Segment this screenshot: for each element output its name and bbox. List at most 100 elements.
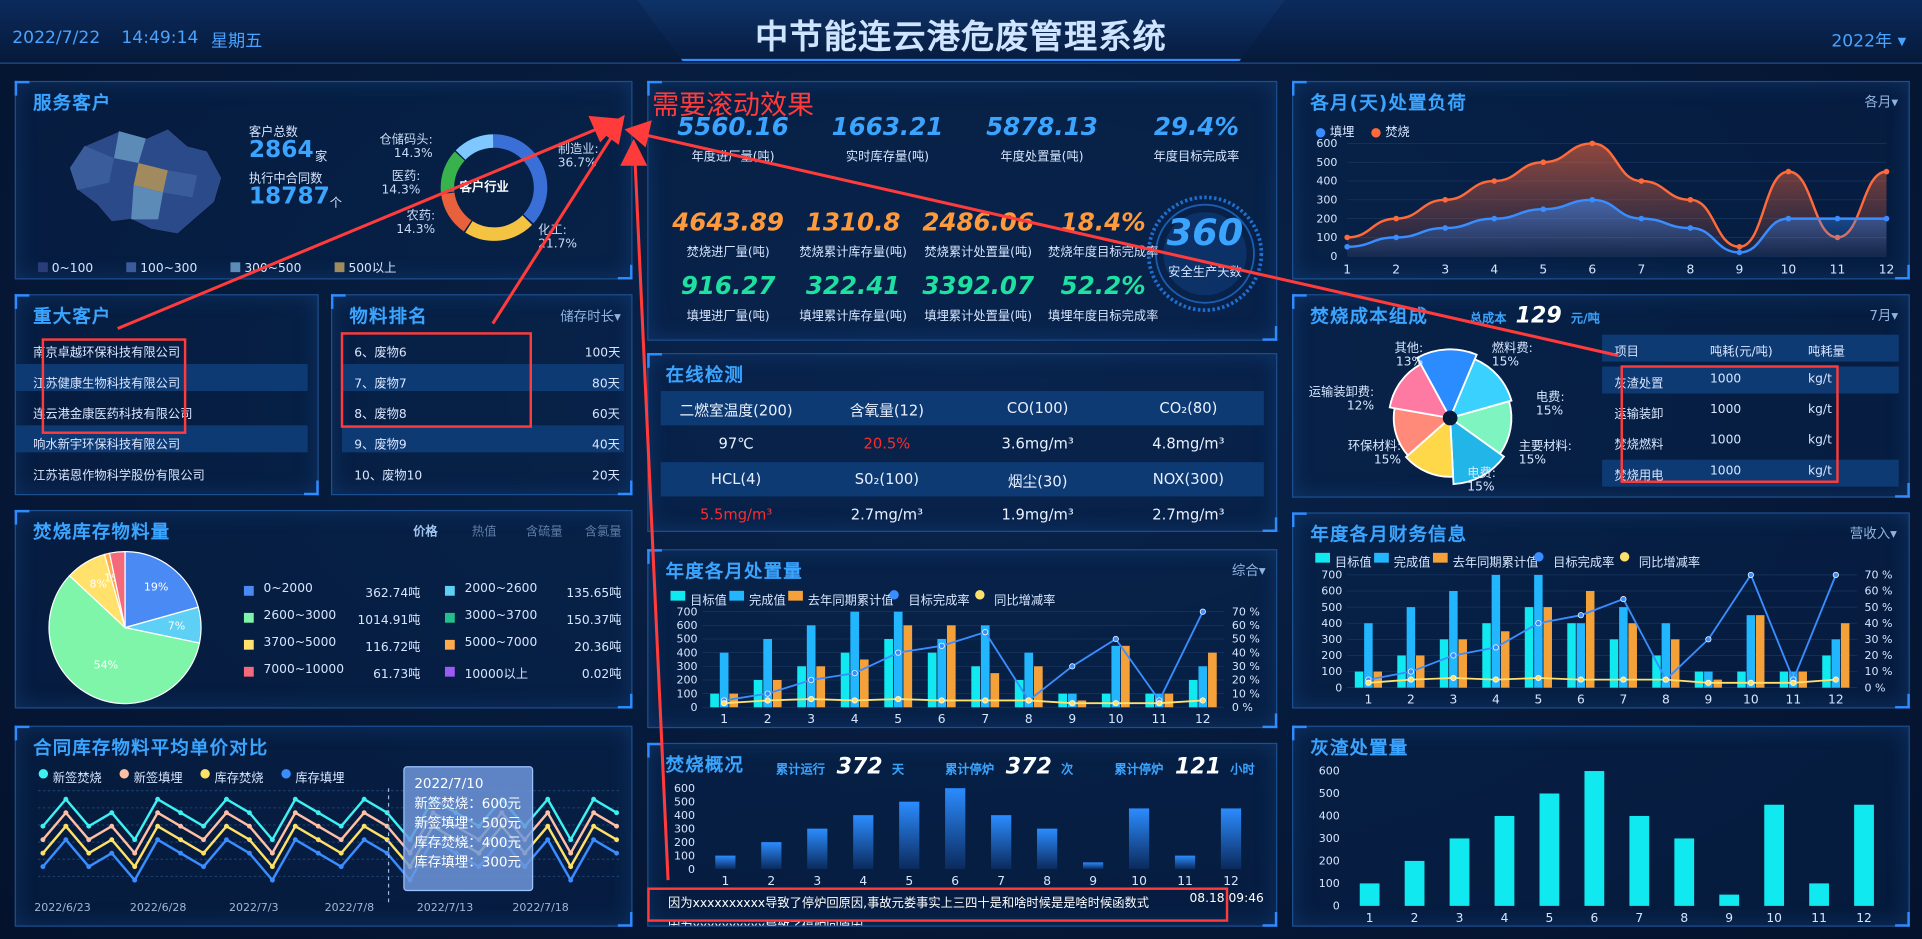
panel-title: 合同库存物料平均单价对比	[33, 736, 269, 759]
data-point	[1112, 635, 1119, 643]
y2-tick: 0 %	[1232, 701, 1253, 714]
data-point	[292, 796, 298, 802]
y2-tick: 70 %	[1232, 605, 1260, 618]
data-point	[1747, 679, 1754, 686]
data-point	[246, 823, 252, 829]
data-point	[808, 696, 815, 703]
data-point	[1540, 206, 1547, 213]
data-point	[895, 696, 902, 703]
data-point	[1638, 215, 1645, 222]
data-point	[109, 837, 115, 843]
bar	[807, 828, 828, 870]
x-tick: 5	[1539, 262, 1547, 276]
bar	[1809, 883, 1829, 906]
data-point	[40, 823, 46, 829]
x-tick: 2	[764, 712, 772, 726]
list-item[interactable]: 响水新宇环保科技有限公司	[33, 434, 180, 452]
month-select[interactable]: 各月▾	[1864, 92, 1898, 112]
bar	[840, 652, 850, 708]
bar	[1188, 679, 1198, 708]
kpi-label: 焚烧累计处置量(吨)	[924, 246, 1033, 260]
bar	[1494, 815, 1515, 906]
kpi-label: 填埋进厂量(吨)	[686, 310, 770, 324]
data-point	[545, 796, 551, 802]
data-point	[86, 850, 92, 856]
x-tick: 5	[905, 874, 913, 888]
stock-tab-sulfur[interactable]: 含硫量	[526, 521, 563, 539]
panel-service: 服务客户 客户总数 2864 家 执行中合同数 18787 个 客户行业 仓储码…	[14, 80, 633, 280]
data-point	[851, 670, 858, 677]
data-point	[63, 796, 69, 802]
finance-select[interactable]: 营收入▾	[1850, 523, 1897, 543]
data-point	[808, 676, 815, 684]
data-point	[201, 837, 206, 843]
year-select[interactable]: 2022年 ▾	[1831, 28, 1906, 53]
y2-tick: 60 %	[1864, 585, 1892, 598]
panel-title: 焚烧成本组成	[1310, 305, 1429, 328]
data-point	[1687, 196, 1694, 203]
y-tick: 200	[674, 836, 695, 849]
data-point	[568, 850, 574, 856]
legend-swatch	[243, 639, 254, 650]
legend-value: 135.65吨	[566, 587, 622, 601]
legend-swatch	[37, 262, 48, 273]
panel-annual-disposal: 年度各月处置量 综合▾ 目标值 完成值 去年同期累计值 ● 目标完成率 ● 同比增减率 00…	[647, 549, 1278, 729]
x-tick: 5	[894, 712, 902, 726]
bar	[1458, 639, 1467, 688]
data-point	[1199, 697, 1206, 704]
kpi-label: 年度处置量(吨)	[1000, 150, 1084, 165]
rank-item-name: 9、废物9	[354, 438, 407, 453]
x-tick: 12	[1223, 874, 1239, 888]
panel-online-monitor: 在线检测 二燃室温度(200) 含氧量(12) CO(100) CO₂(80) 97℃ 2…	[647, 353, 1278, 532]
x-tick: 9	[1725, 911, 1733, 925]
list-item[interactable]: 江苏诺恩作物科学股份有限公司	[33, 465, 205, 482]
stock-tab-price[interactable]: 价格	[413, 521, 438, 539]
contracts-value: 18787	[248, 182, 330, 210]
y-tick: 700	[1321, 569, 1342, 582]
bar	[1415, 655, 1425, 688]
y2-tick: 10 %	[1232, 687, 1260, 700]
y-tick: 300	[1321, 633, 1342, 646]
y2-tick: 30 %	[1864, 633, 1892, 646]
data-point	[614, 823, 620, 829]
sort-label: 储存时长	[560, 308, 615, 325]
kpi-label: 焚烧进厂量(吨)	[686, 246, 770, 260]
y-tick: 500	[674, 795, 695, 808]
data-point	[1620, 676, 1627, 683]
cost-month-select[interactable]: 7月▾	[1869, 305, 1898, 325]
x-tick: 7	[981, 712, 989, 726]
stop2-unit: 小时	[1230, 763, 1255, 778]
x-tick: 10	[1781, 262, 1797, 276]
x-tick: 6	[951, 874, 959, 888]
sort-select[interactable]: 储存时长▾	[560, 306, 621, 326]
data-point	[1589, 196, 1596, 203]
burn-bar-chart: 01002003004005006001 2 3 4 5 6 7 8 9 10 11 12	[674, 782, 1242, 888]
legend-label: 10000以上	[464, 668, 529, 682]
bar	[1121, 645, 1130, 708]
stock-tab-heat[interactable]: 热值	[472, 521, 497, 539]
stock-tab-chlorine[interactable]: 含氯量	[585, 521, 622, 539]
data-point	[1540, 159, 1547, 166]
rank-item-days: 40天	[592, 438, 620, 453]
stop-value: 372	[1005, 753, 1052, 780]
bar	[1534, 574, 1543, 688]
rank-item-name: 10、废物10	[354, 469, 423, 483]
data-point	[1344, 243, 1350, 250]
year-select-label: 2022年	[1831, 31, 1893, 52]
bar	[772, 679, 782, 708]
data-point	[361, 810, 367, 816]
tooltip: 2022/7/10 新签焚烧：600元 新签填埋：500元 库存焚烧：400元 …	[403, 766, 534, 892]
kpi-value: 322.41	[805, 270, 901, 301]
data-point	[155, 823, 161, 829]
x-tick: 10	[1131, 874, 1147, 888]
annual-select[interactable]: 综合▾	[1232, 560, 1266, 580]
panel-title: 物料排名	[349, 305, 428, 328]
y-tick: 0	[1335, 681, 1342, 694]
data-point	[764, 690, 771, 697]
kpi-value: 3392.07	[922, 270, 1035, 301]
kpi-label: 填埋年度目标完成率	[1048, 310, 1159, 324]
data-point	[63, 837, 69, 843]
y2-tick: 10 %	[1864, 665, 1892, 678]
x-tick: 2022/6/28	[130, 901, 186, 914]
data-point	[246, 837, 252, 843]
